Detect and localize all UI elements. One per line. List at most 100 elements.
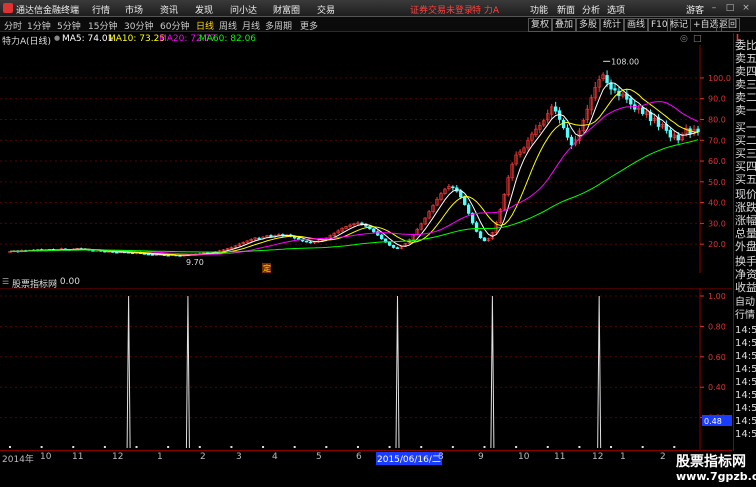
menu-item-trade[interactable]: 交易 [317,3,335,16]
tick-time: 14:5 [735,338,756,349]
overlay-button[interactable]: 叠加 [552,18,577,32]
candle-body [569,136,574,146]
date-label: 12 [592,452,604,462]
menu-bar: 通达信金融终端 行情 市场 资讯 发现 问小达 财富圈 交易 证券交易未登录 特… [0,0,756,17]
signal-baseline-mark [420,446,423,448]
candle-body [150,254,155,256]
tab-5min[interactable]: 5分钟 [57,19,81,32]
quote-label: 委比 [735,39,756,52]
candle-body [308,241,313,244]
signal-baseline-mark [673,446,676,448]
date-label: 1 [620,452,626,462]
date-label: 6 [356,452,362,462]
menu-item-new[interactable]: 新面 [557,3,575,16]
mark-button[interactable]: 标记 [667,18,692,32]
candle-body [379,234,384,240]
candle-body [629,98,633,105]
chart-settings-icon[interactable]: ◎ [680,34,688,44]
tab-15min[interactable]: 15分钟 [88,19,117,32]
candle-body [561,119,566,129]
indicator-chart[interactable]: 1.000.800.600.400.20 0.48 [0,288,732,451]
menu-item-functions[interactable]: 功能 [530,3,548,16]
ma20-line [9,101,699,255]
menu-item-discover[interactable]: 发现 [195,3,213,16]
signal-baseline-mark [262,446,265,448]
menu-item-options[interactable]: 选项 [607,3,625,16]
signal-baseline-mark [8,446,11,448]
multi-stock-button[interactable]: 多股 [576,18,601,32]
chart-maximize-icon[interactable]: □ [693,34,702,44]
date-label: 12 [112,452,124,462]
close-icon[interactable]: × [740,2,752,14]
menu-item-news[interactable]: 资讯 [160,3,178,16]
candle-body [459,190,463,198]
candle-body [451,186,455,189]
ma10-line [9,88,699,256]
menu-item-analysis[interactable]: 分析 [582,3,600,16]
event-marker-label: 定 [263,263,271,273]
ticker-label: 行情 [735,310,755,321]
minimize-icon[interactable]: – [708,2,720,14]
signal-spike [395,295,400,449]
candle-body [605,75,609,84]
quote-label: 收益 [735,281,756,294]
date-label: 8 [438,452,444,462]
tick-time: 14:5 [735,351,756,362]
current-date-label: 2015/06/16/二 [376,452,442,465]
quote-label: 现价 [735,188,756,201]
sub-chart-header: ☰ 股票指标网 : 0.00 [0,276,732,290]
candle-body [146,253,151,256]
signal-baseline-mark [483,446,486,448]
menu-item-market[interactable]: 市场 [125,3,143,16]
maximize-icon[interactable]: □ [724,2,736,14]
quote-label: 涨幅 [735,214,756,227]
sub-settings-icon[interactable]: ☰ [2,277,9,286]
ticker-label[interactable]: 自动 [735,297,755,309]
stats-button[interactable]: 统计 [600,18,625,32]
tick-time: 14:5 [735,325,756,336]
menu-item-assistant[interactable]: 问小达 [230,3,257,16]
current-value-label: 0.48 [704,417,722,426]
menu-item-wealth[interactable]: 财富圈 [273,3,300,16]
tab-more[interactable]: 更多 [300,19,318,32]
date-label: 2 [660,452,666,462]
tab-30min[interactable]: 30分钟 [124,19,153,32]
candle-body [376,231,380,236]
quote-label: 卖一 [735,104,756,117]
current-stock-name: 特 力A [472,6,500,16]
tab-1min[interactable]: 1分钟 [27,19,51,32]
tab-60min[interactable]: 60分钟 [160,19,189,32]
app-logo-icon [3,3,13,13]
candle-body [613,88,617,91]
quote-label: 买二 [735,134,756,147]
menu-item-quotes[interactable]: 行情 [92,3,110,16]
sub-tick-label: 0.80 [708,322,726,331]
settings-icon[interactable]: ● [54,34,60,42]
signal-spike [126,295,131,449]
sub-tick-label: 0.40 [708,383,726,392]
candle-body [391,244,396,248]
candle-body [372,228,376,233]
candle-body [640,107,645,114]
tick-time: 14:5 [735,403,756,414]
signal-baseline-mark [546,446,549,448]
login-notice[interactable]: 证券交易未登录 [410,3,473,16]
date-label: 2014年 [2,455,34,465]
candle-body [565,127,570,138]
tab-multi-period[interactable]: 多周期 [265,19,292,32]
date-label: 11 [554,452,566,462]
period-tab-bar: 分时 1分钟 5分钟 15分钟 30分钟 60分钟 日线 周线 月线 多周期 更… [0,17,756,32]
adjust-button[interactable]: 复权 [528,18,553,32]
tab-daily[interactable]: 日线 [196,19,214,32]
back-button[interactable]: 返回 [716,18,741,32]
tab-monthly[interactable]: 月线 [242,19,260,32]
quote-label: 外盘 [735,240,756,253]
quote-label: 总量 [735,227,756,240]
price-chart[interactable]: 100.0 90.0 80.0 70.0 60.0 50.0 40.0 30.0 20.0 10… [0,45,732,273]
draw-line-button[interactable]: 画线 [624,18,649,32]
ma5-line [9,82,699,256]
signal-baseline-mark [451,446,454,448]
signal-spike [597,295,602,449]
tab-weekly[interactable]: 周线 [219,19,237,32]
tab-intraday[interactable]: 分时 [4,19,22,32]
